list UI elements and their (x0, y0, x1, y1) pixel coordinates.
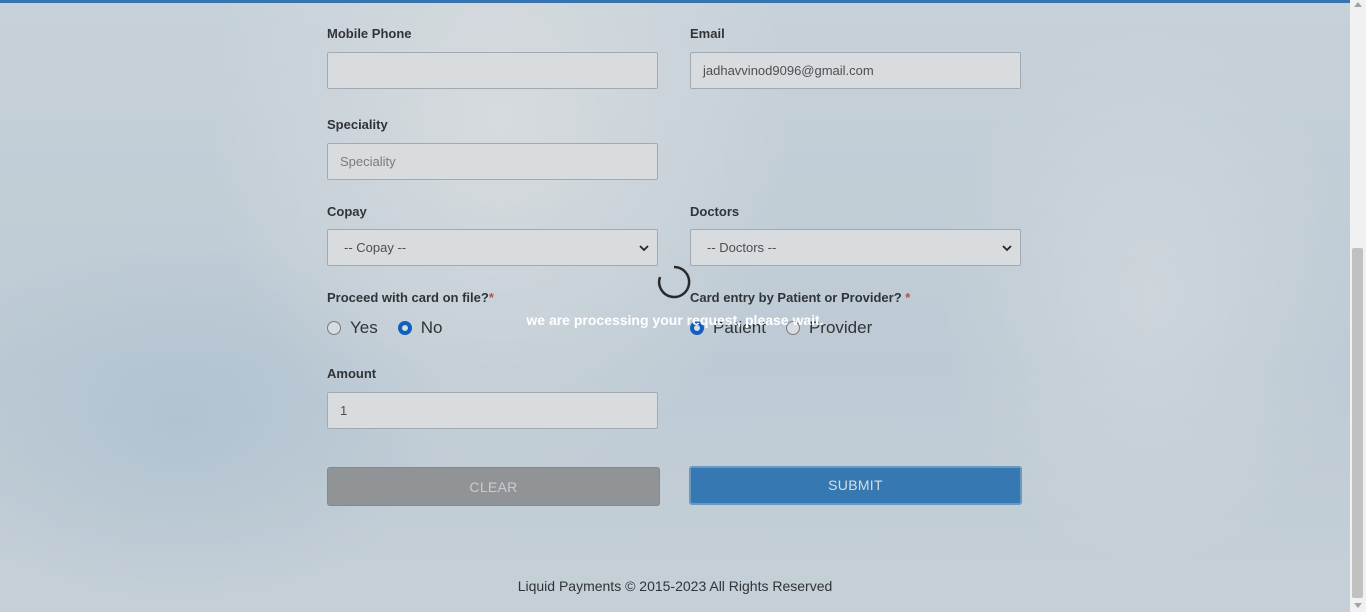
loading-overlay (0, 0, 1350, 612)
loading-spinner-icon (657, 265, 691, 299)
scroll-down-arrow-icon[interactable] (1354, 603, 1362, 608)
scroll-up-arrow-icon[interactable] (1354, 2, 1362, 7)
scrollbar-thumb[interactable] (1352, 248, 1363, 598)
loading-message: we are processing your request, please w… (526, 312, 824, 328)
